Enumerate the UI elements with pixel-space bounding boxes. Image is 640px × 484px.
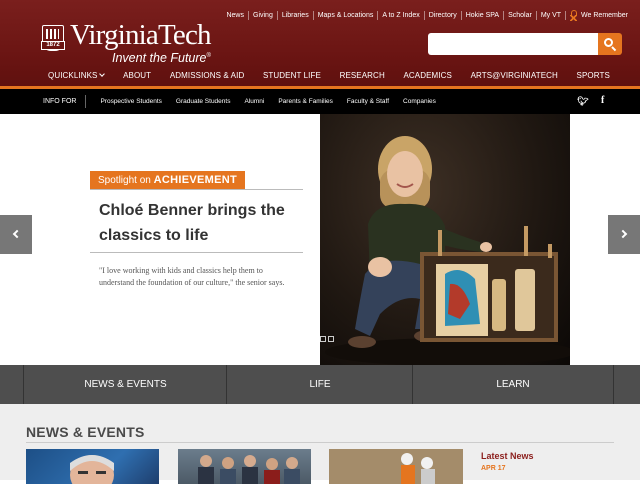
info-for-bar: INFO FOR Prospective Students Graduate S… <box>0 89 640 114</box>
workers-photo-image <box>329 449 463 484</box>
nav-quicklinks[interactable]: QUICKLINKS <box>48 68 106 86</box>
util-link-news[interactable]: News <box>222 10 249 20</box>
logo-tagline: Invent the Future® <box>112 51 211 66</box>
facebook-icon[interactable]: f <box>601 96 607 106</box>
divider <box>90 252 303 253</box>
divider <box>90 189 303 190</box>
news-image[interactable] <box>329 449 463 484</box>
info-link-faculty[interactable]: Faculty & Staff <box>347 98 389 105</box>
nav-about[interactable]: ABOUT <box>123 68 151 86</box>
site-header: 1872 VirginiaTech Invent the Future® New… <box>0 0 640 90</box>
nav-research[interactable]: RESEARCH <box>340 68 385 86</box>
info-link-prospective[interactable]: Prospective Students <box>100 98 161 105</box>
tab-life[interactable]: LIFE <box>226 365 413 404</box>
carousel-dot[interactable] <box>320 336 326 342</box>
hero-photo <box>320 114 570 365</box>
info-link-companies[interactable]: Companies <box>403 98 436 105</box>
divider <box>26 442 614 443</box>
nav-sports[interactable]: SPORTS <box>577 68 610 86</box>
chevron-down-icon <box>99 71 106 77</box>
util-link-scholar[interactable]: Scholar <box>504 10 537 20</box>
util-link-maps[interactable]: Maps & Locations <box>314 10 379 20</box>
hero-title[interactable]: Chloé Benner brings the classics to life <box>99 198 299 248</box>
info-link-graduate[interactable]: Graduate Students <box>176 98 231 105</box>
group-photo-image <box>198 455 300 484</box>
util-link-directory[interactable]: Directory <box>425 10 462 20</box>
chevron-left-icon <box>12 229 22 239</box>
news-events-section: NEWS & EVENTS Latest News APR 17 <box>0 404 640 484</box>
util-link-my-vt[interactable]: My VT <box>537 10 567 20</box>
search-icon-handle <box>611 46 617 52</box>
util-link-a-to-z[interactable]: A to Z Index <box>378 10 425 20</box>
divider <box>613 365 614 404</box>
hero-carousel: Spotlight on ACHIEVEMENT Chloé Benner br… <box>0 114 640 365</box>
nav-admissions[interactable]: ADMISSIONS & AID <box>170 68 245 86</box>
spotlight-word: ACHIEVEMENT <box>153 174 237 186</box>
info-link-parents[interactable]: Parents & Families <box>278 98 333 105</box>
virginia-tech-logo[interactable]: 1872 VirginiaTech Invent the Future® <box>41 19 222 66</box>
section-tabs: NEWS & EVENTS LIFE LEARN <box>0 365 640 404</box>
spotlight-prefix: Spotlight on <box>98 175 151 186</box>
search-button[interactable] <box>598 33 622 55</box>
util-link-libraries[interactable]: Libraries <box>278 10 314 20</box>
logo-year: 1872 <box>41 41 65 50</box>
carousel-dot[interactable] <box>328 336 334 342</box>
logo-wordmark: VirginiaTech <box>70 19 212 51</box>
info-for-label: INFO FOR <box>43 95 87 108</box>
tab-learn[interactable]: LEARN <box>412 365 613 404</box>
carousel-next-button[interactable] <box>608 215 640 254</box>
main-nav: QUICKLINKS ABOUT ADMISSIONS & AID STUDEN… <box>0 68 640 86</box>
search-input[interactable] <box>428 33 598 55</box>
hero-quote: "I love working with kids and classics h… <box>99 266 285 287</box>
news-heading: NEWS & EVENTS <box>26 424 145 440</box>
person-portrait-image <box>70 455 114 484</box>
utility-links: News Giving Libraries Maps & Locations A… <box>222 8 632 22</box>
student-with-box-illustration <box>325 136 570 365</box>
chevron-right-icon <box>618 229 628 239</box>
nav-academics[interactable]: ACADEMICS <box>403 68 451 86</box>
news-image[interactable] <box>26 449 159 484</box>
latest-news-heading[interactable]: Latest News <box>481 451 534 461</box>
ribbon-icon <box>570 9 578 21</box>
nav-quicklinks-label: QUICKLINKS <box>48 71 98 80</box>
social-links: 🐦︎ f <box>577 96 607 107</box>
carousel-prev-button[interactable] <box>0 215 32 254</box>
nav-arts[interactable]: ARTS@VIRGINIATECH <box>471 68 558 86</box>
latest-news-date: APR 17 <box>481 465 506 472</box>
we-remember-link[interactable]: We Remember <box>566 9 632 21</box>
logo-tagline-text: Invent the Future <box>112 51 207 66</box>
twitter-icon[interactable]: 🐦︎ <box>577 96 588 106</box>
spotlight-tag: Spotlight on ACHIEVEMENT <box>90 171 245 190</box>
util-link-giving[interactable]: Giving <box>249 10 278 20</box>
tab-news-events[interactable]: NEWS & EVENTS <box>23 365 227 404</box>
news-image[interactable] <box>178 449 311 484</box>
we-remember-label: We Remember <box>581 11 628 19</box>
util-link-hokie-spa[interactable]: Hokie SPA <box>462 10 505 20</box>
nav-student-life[interactable]: STUDENT LIFE <box>263 68 321 86</box>
info-link-alumni[interactable]: Alumni <box>244 98 264 105</box>
